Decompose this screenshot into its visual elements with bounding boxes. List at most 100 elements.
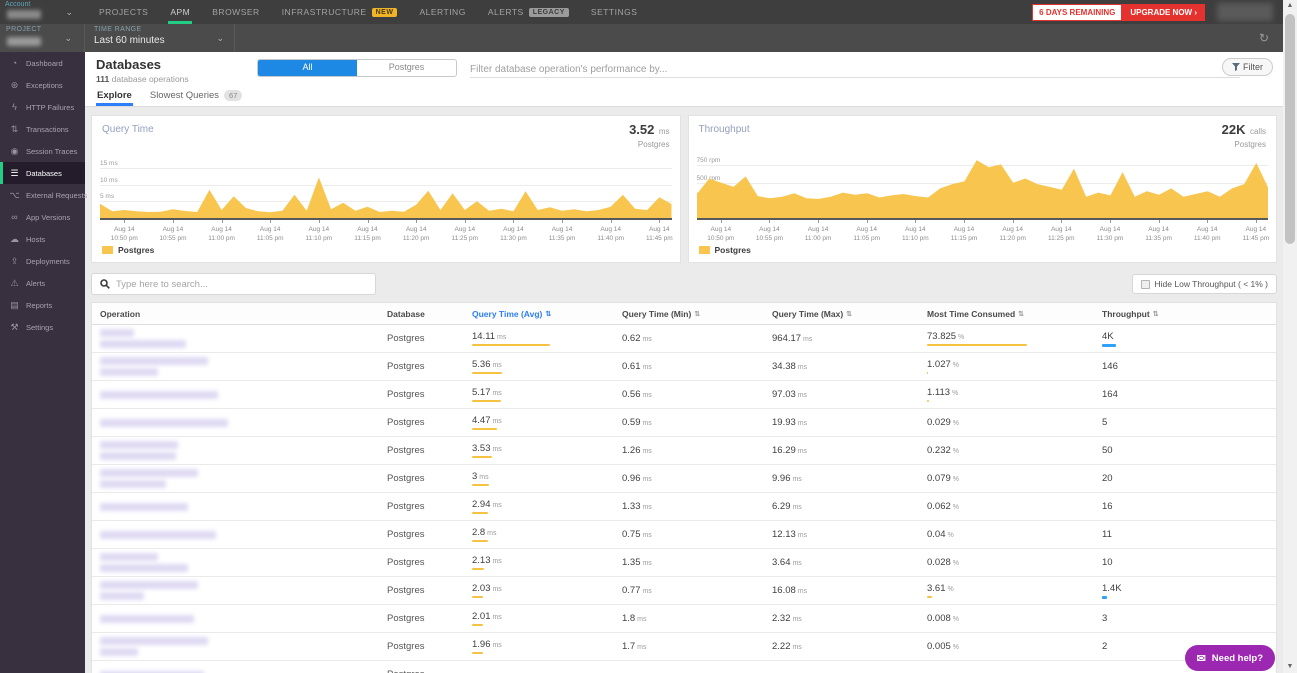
operation-name-redacted (100, 357, 208, 365)
sort-icon[interactable]: ⇅ (545, 310, 551, 318)
account-switcher[interactable]: Account ⌄ (0, 0, 85, 24)
sidebar-item-dashboard[interactable]: ◔ Dashboard (0, 52, 85, 74)
operation-cell[interactable] (100, 637, 387, 656)
sidebar-item-alerts[interactable]: ⚠ Alerts (0, 272, 85, 294)
user-menu-redacted[interactable] (1217, 3, 1273, 21)
table-row[interactable]: Postgres 3.53 ms 1.26 ms 16.29 ms 0.232 % 50 (92, 437, 1276, 465)
sidebar-item-hosts[interactable]: ☁ Hosts (0, 228, 85, 250)
project-switcher[interactable]: PROJECT ⌄ (0, 24, 85, 52)
tab-explore[interactable]: Explore (96, 86, 133, 106)
operation-cell[interactable] (100, 441, 387, 460)
scrollbar-thumb[interactable] (1285, 14, 1295, 244)
table-controls-row: Hide Low Throughput ( < 1% ) (85, 263, 1283, 302)
sidebar-item-label: Databases (26, 168, 62, 178)
time-range-select[interactable]: TIME RANGE Last 60 minutes ⌄ (85, 24, 235, 52)
sidebar-item-external-requests[interactable]: ⌥ External Requests (0, 184, 87, 206)
column-header-most-time-consumed[interactable]: Most Time Consumed ⇅ (927, 309, 1102, 319)
nav-item-alerting[interactable]: ALERTING (419, 0, 465, 24)
sidebar-item-deployments[interactable]: ⇪ Deployments (0, 250, 85, 272)
throughput-value: 164 (1102, 389, 1118, 400)
sidebar-item-app-versions[interactable]: ∞ App Versions (0, 206, 85, 228)
sort-icon[interactable]: ⇅ (694, 310, 700, 318)
operation-cell[interactable] (100, 390, 387, 399)
x-axis-time: 10:55 pm (159, 235, 187, 242)
legend-label-postgres: Postgres (118, 245, 155, 255)
table-row-partial[interactable]: Postgres (92, 661, 1276, 673)
tab-slowest-label: Slowest Queries (149, 90, 220, 101)
sidebar-item-settings[interactable]: ⚒ Settings (0, 316, 85, 338)
table-row[interactable]: Postgres 5.36 ms 0.61 ms 34.38 ms 1.027 % 146 (92, 353, 1276, 381)
vertical-scrollbar[interactable]: ▲ ▼ (1283, 0, 1297, 673)
most-time-consumed-unit: % (956, 334, 965, 341)
query-time-chart[interactable]: 15 ms 10 ms 5 ms (100, 158, 672, 218)
tab-slowest-queries[interactable]: Slowest Queries 67 (149, 86, 244, 106)
operation-name-redacted (100, 418, 228, 427)
sidebar-item-label: Session Traces (26, 146, 78, 156)
scroll-up-arrow[interactable]: ▲ (1283, 0, 1297, 12)
table-row[interactable]: Postgres 2.8 ms 0.75 ms 12.13 ms 0.04 % 11 (92, 521, 1276, 549)
operation-cell[interactable] (100, 469, 387, 488)
table-row[interactable]: Postgres 2.94 ms 1.33 ms 6.29 ms 0.062 % 16 (92, 493, 1276, 521)
table-row[interactable]: Postgres 14.11 ms 0.62 ms 964.17 ms 73.825 %… (92, 325, 1276, 353)
table-row[interactable]: Postgres 5.17 ms 0.56 ms 97.03 ms 1.113 % 164 (92, 381, 1276, 409)
nav-item-apm[interactable]: APM (168, 0, 193, 24)
operation-cell[interactable] (100, 614, 387, 623)
operation-cell[interactable] (100, 357, 387, 376)
table-row[interactable]: Postgres 4.47 ms 0.59 ms 19.93 ms 0.029 % 5 (92, 409, 1276, 437)
nav-item-settings[interactable]: SETTINGS (591, 0, 638, 24)
sort-icon[interactable]: ⇅ (846, 310, 852, 318)
need-help-button[interactable]: ✉ Need help? (1184, 645, 1275, 671)
toggle-all-button[interactable]: All (258, 60, 357, 76)
sort-icon[interactable]: ⇅ (1018, 310, 1024, 318)
query-time-max-value: 19.93 (772, 417, 796, 428)
column-header-throughput[interactable]: Throughput ⇅ (1102, 309, 1276, 319)
account-label: Account (5, 1, 31, 8)
most-time-consumed: 0.005 % (927, 641, 1102, 652)
hide-low-throughput-toggle[interactable]: Hide Low Throughput ( < 1% ) (1131, 274, 1277, 294)
refresh-icon[interactable]: ↻ (1259, 24, 1283, 52)
column-header-query-time-avg-[interactable]: Query Time (Avg) ⇅ (472, 309, 622, 319)
sidebar-item-session-traces[interactable]: ◉ Session Traces (0, 140, 85, 162)
column-header-query-time-min-[interactable]: Query Time (Min) ⇅ (622, 309, 772, 319)
throughput: 3 (1102, 613, 1276, 624)
operation-cell[interactable] (100, 418, 387, 427)
table-row[interactable]: Postgres 2.13 ms 1.35 ms 3.64 ms 0.028 % 10 (92, 549, 1276, 577)
query-time-avg: 2.13 ms (472, 555, 622, 570)
nav-item-alerts[interactable]: ALERTS LEGACY (488, 0, 569, 24)
sidebar-item-reports[interactable]: ▤ Reports (0, 294, 85, 316)
scroll-down-arrow[interactable]: ▼ (1283, 661, 1297, 673)
x-axis-date: Aug 14 (600, 226, 621, 233)
nav-item-browser[interactable]: BROWSER (212, 0, 259, 24)
trial-banner[interactable]: 6 DAYS REMAINING UPGRADE NOW › (1032, 3, 1205, 21)
filter-button[interactable]: Filter (1222, 58, 1273, 76)
hide-low-checkbox[interactable] (1140, 279, 1150, 289)
table-row[interactable]: Postgres 1.96 ms 1.7 ms 2.22 ms 0.005 % 2 (92, 633, 1276, 661)
upgrade-now-button[interactable]: UPGRADE NOW › (1122, 3, 1205, 21)
column-header-query-time-max-[interactable]: Query Time (Max) ⇅ (772, 309, 927, 319)
nav-item-infrastructure[interactable]: INFRASTRUCTURE NEW (282, 0, 398, 24)
sort-icon[interactable]: ⇅ (1153, 310, 1159, 318)
sidebar-item-transactions[interactable]: ⇅ Transactions (0, 118, 85, 140)
throughput-chart[interactable]: 750 rpm500 rpm250 rpm (696, 157, 1268, 218)
toggle-postgres-button[interactable]: Postgres (357, 60, 456, 76)
table-row[interactable]: Postgres 2.01 ms 1.8 ms 2.32 ms 0.008 % 3 (92, 605, 1276, 633)
table-row[interactable]: Postgres 2.03 ms 0.77 ms 16.08 ms 3.61 % 1.4K (92, 577, 1276, 605)
x-axis-time: 11:45 pm (646, 235, 673, 242)
throughput-value: 5 (1102, 417, 1108, 428)
query-time-min: 1.35 ms (622, 557, 772, 568)
operation-cell[interactable] (100, 553, 387, 572)
operation-cell[interactable] (100, 502, 387, 511)
filter-input[interactable] (470, 62, 1240, 78)
nav-item-projects[interactable]: PROJECTS (99, 0, 148, 24)
operation-cell[interactable] (100, 530, 387, 539)
sidebar-item-databases[interactable]: ☰ Databases (0, 162, 85, 184)
table-row[interactable]: Postgres 3 ms 0.96 ms 9.96 ms 0.079 % 20 (92, 465, 1276, 493)
operation-cell[interactable] (100, 581, 387, 600)
hide-low-label: Hide Low Throughput ( < 1% ) (1154, 279, 1268, 289)
x-axis-date: Aug 14 (551, 226, 573, 233)
search-input[interactable] (116, 278, 367, 290)
sidebar-item-http-failures[interactable]: ϟ HTTP Failures (0, 96, 85, 118)
search-box[interactable] (91, 273, 376, 295)
sidebar-item-exceptions[interactable]: ⊛ Exceptions (0, 74, 85, 96)
operation-cell[interactable] (100, 329, 387, 348)
